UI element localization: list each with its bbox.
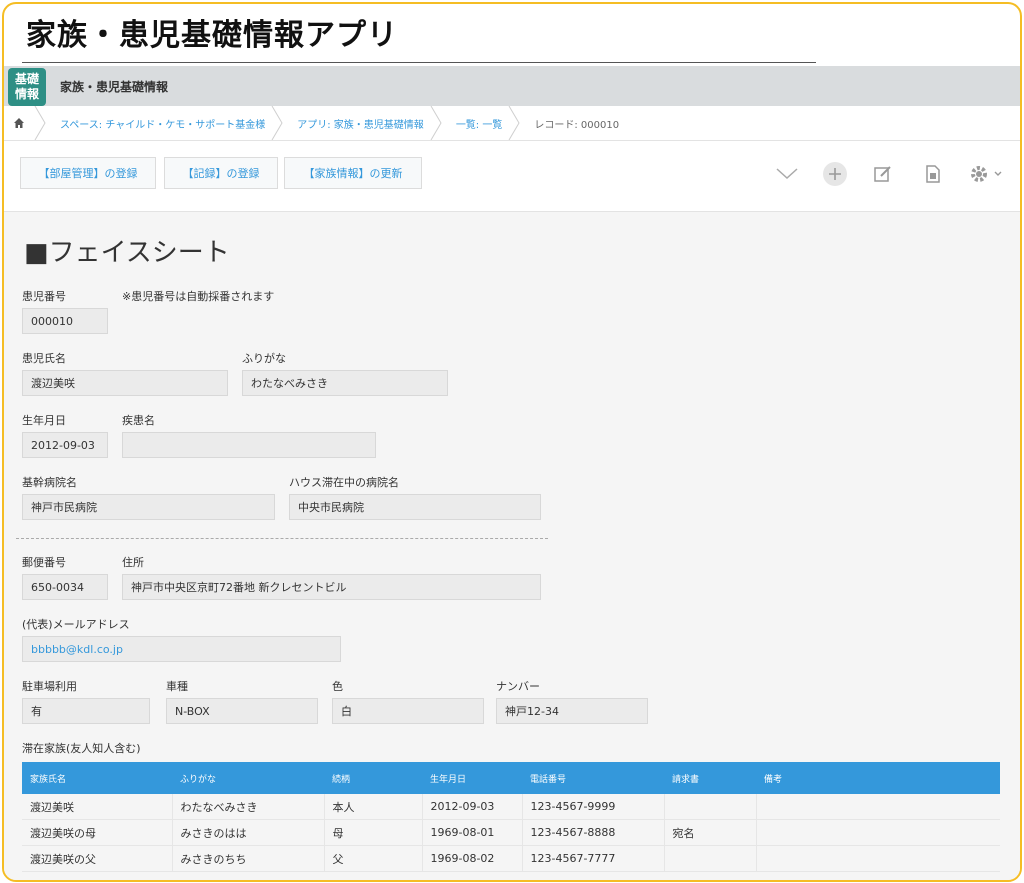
page-title: 家族・患児基礎情報アプリ	[26, 18, 398, 53]
table-cell: 123-4567-7777	[522, 845, 665, 872]
breadcrumb-app[interactable]: アプリ: 家族・患児基礎情報	[283, 116, 430, 131]
table-cell: 2012-09-03	[422, 794, 523, 820]
title-divider	[22, 62, 816, 63]
breadcrumb-separator	[34, 106, 46, 140]
email-label: (代表)メールアドレス	[22, 618, 130, 631]
patient-name-value: 渡辺美咲	[22, 370, 228, 396]
column-header: 続柄	[324, 762, 422, 794]
breadcrumb-record: レコード: 000010	[520, 116, 625, 131]
table-cell: 母	[324, 819, 423, 846]
table-header-row: 家族氏名 ふりがな 続柄 生年月日 電話番号 請求書 備考	[22, 762, 1000, 794]
breadcrumb-record-label: レコード: 000010	[534, 119, 620, 131]
color-label: 色	[332, 680, 343, 693]
birthdate-value: 2012-09-03	[22, 432, 108, 458]
postal-code-value: 650-0034	[22, 574, 108, 600]
patient-no-value: 000010	[22, 308, 108, 334]
table-cell	[664, 845, 757, 872]
table-cell: わたなべみさき	[172, 794, 325, 820]
update-family-button[interactable]: 【家族情報】の更新	[284, 157, 422, 189]
plate-value: 神戸12-34	[496, 698, 648, 724]
toolbar: 【部屋管理】の登録 【記録】の登録 【家族情報】の更新	[4, 141, 1020, 212]
address-value: 神戸市中央区京町72番地 新クレセントビル	[122, 574, 541, 600]
column-header: 家族氏名	[22, 762, 172, 794]
main-hospital-value: 神戸市民病院	[22, 494, 275, 520]
edit-icon[interactable]	[870, 161, 896, 187]
register-record-button[interactable]: 【記録】の登録	[164, 157, 278, 189]
record-detail: ■フェイスシート 患児番号 ※患児番号は自動採番されます 000010 患児氏名…	[4, 212, 1020, 880]
column-header: 電話番号	[522, 762, 664, 794]
disease-value	[122, 432, 376, 458]
stay-hospital-label: ハウス滞在中の病院名	[289, 476, 399, 489]
breadcrumb-separator	[430, 106, 442, 140]
app-name[interactable]: 家族・患児基礎情報	[60, 78, 168, 95]
column-header: 請求書	[664, 762, 756, 794]
screenshot-frame: 家族・患児基礎情報アプリ 基礎 情報 家族・患児基礎情報 スペース: チャイルド…	[2, 2, 1022, 882]
app-icon[interactable]: 基礎 情報	[8, 68, 46, 106]
parking-value: 有	[22, 698, 150, 724]
breadcrumb-separator	[271, 106, 283, 140]
table-cell: 渡辺美咲	[22, 794, 173, 820]
table-cell: 1969-08-01	[422, 819, 523, 846]
table-cell: 渡辺美咲の母	[22, 819, 173, 846]
breadcrumb-separator	[508, 106, 520, 140]
birthdate-label: 生年月日	[22, 414, 66, 427]
table-cell	[664, 794, 757, 820]
main-hospital-label: 基幹病院名	[22, 476, 77, 489]
column-header: 生年月日	[422, 762, 522, 794]
table-row: 渡辺美咲の父 みさきのちち 父 1969-08-02 123-4567-7777	[22, 845, 1000, 872]
family-table-label: 滞在家族(友人知人含む)	[22, 742, 141, 755]
plate-label: ナンバー	[496, 680, 540, 693]
app-icon-line-1: 基礎	[14, 72, 39, 86]
section-title: ■フェイスシート	[24, 238, 230, 268]
column-header: 備考	[756, 762, 1000, 794]
parking-label: 駐車場利用	[22, 680, 77, 693]
patient-no-note: ※患児番号は自動採番されます	[122, 290, 275, 303]
furigana-label: ふりがな	[242, 352, 286, 365]
table-cell: 宛名	[664, 819, 757, 846]
table-cell: 渡辺美咲の父	[22, 845, 173, 872]
disease-label: 疾患名	[122, 414, 155, 427]
table-row: 渡辺美咲 わたなべみさき 本人 2012-09-03 123-4567-9999	[22, 794, 1000, 820]
app-header: 基礎 情報 家族・患児基礎情報	[4, 66, 1020, 106]
table-cell: みさきのはは	[172, 819, 325, 846]
furigana-value: わたなべみさき	[242, 370, 448, 396]
color-value: 白	[332, 698, 484, 724]
register-room-button[interactable]: 【部屋管理】の登録	[20, 157, 156, 189]
address-label: 住所	[122, 556, 144, 569]
column-header: ふりがな	[172, 762, 324, 794]
table-cell: みさきのちち	[172, 845, 325, 872]
breadcrumb-app-label: アプリ: 家族・患児基礎情報	[297, 119, 424, 131]
table-cell	[756, 794, 1000, 820]
section-divider	[16, 538, 548, 539]
table-cell	[756, 845, 1000, 872]
home-icon[interactable]	[4, 117, 34, 129]
postal-code-label: 郵便番号	[22, 556, 66, 569]
patient-name-label: 患児氏名	[22, 352, 66, 365]
breadcrumb: スペース: チャイルド・ケモ・サポート基金様 アプリ: 家族・患児基礎情報 一覧…	[4, 106, 1020, 141]
email-value[interactable]: bbbbb@kdl.co.jp	[22, 636, 341, 662]
copy-icon[interactable]	[920, 161, 946, 187]
breadcrumb-space[interactable]: スペース: チャイルド・ケモ・サポート基金様	[46, 116, 271, 131]
breadcrumb-view-label: 一覧: 一覧	[455, 119, 503, 131]
breadcrumb-view[interactable]: 一覧: 一覧	[442, 116, 509, 131]
table-cell: 1969-08-02	[422, 845, 523, 872]
table-cell	[756, 819, 1000, 846]
car-model-value: N-BOX	[166, 698, 318, 724]
gear-icon[interactable]	[966, 161, 1006, 187]
table-cell: 本人	[324, 794, 423, 820]
stay-hospital-value: 中央市民病院	[289, 494, 541, 520]
patient-no-label: 患児番号	[22, 290, 66, 303]
table-row: 渡辺美咲の母 みさきのはは 母 1969-08-01 123-4567-8888…	[22, 819, 1000, 846]
car-model-label: 車種	[166, 680, 188, 693]
breadcrumb-space-label: スペース: チャイルド・ケモ・サポート基金様	[60, 119, 266, 131]
table-cell: 123-4567-9999	[522, 794, 665, 820]
table-cell: 父	[324, 845, 423, 872]
family-table: 家族氏名 ふりがな 続柄 生年月日 電話番号 請求書 備考 渡辺美咲 わたなべみ…	[22, 762, 1000, 872]
plus-icon[interactable]	[822, 161, 848, 187]
table-cell: 123-4567-8888	[522, 819, 665, 846]
chevron-down-icon[interactable]	[774, 161, 800, 187]
app-icon-line-2: 情報	[14, 87, 39, 101]
